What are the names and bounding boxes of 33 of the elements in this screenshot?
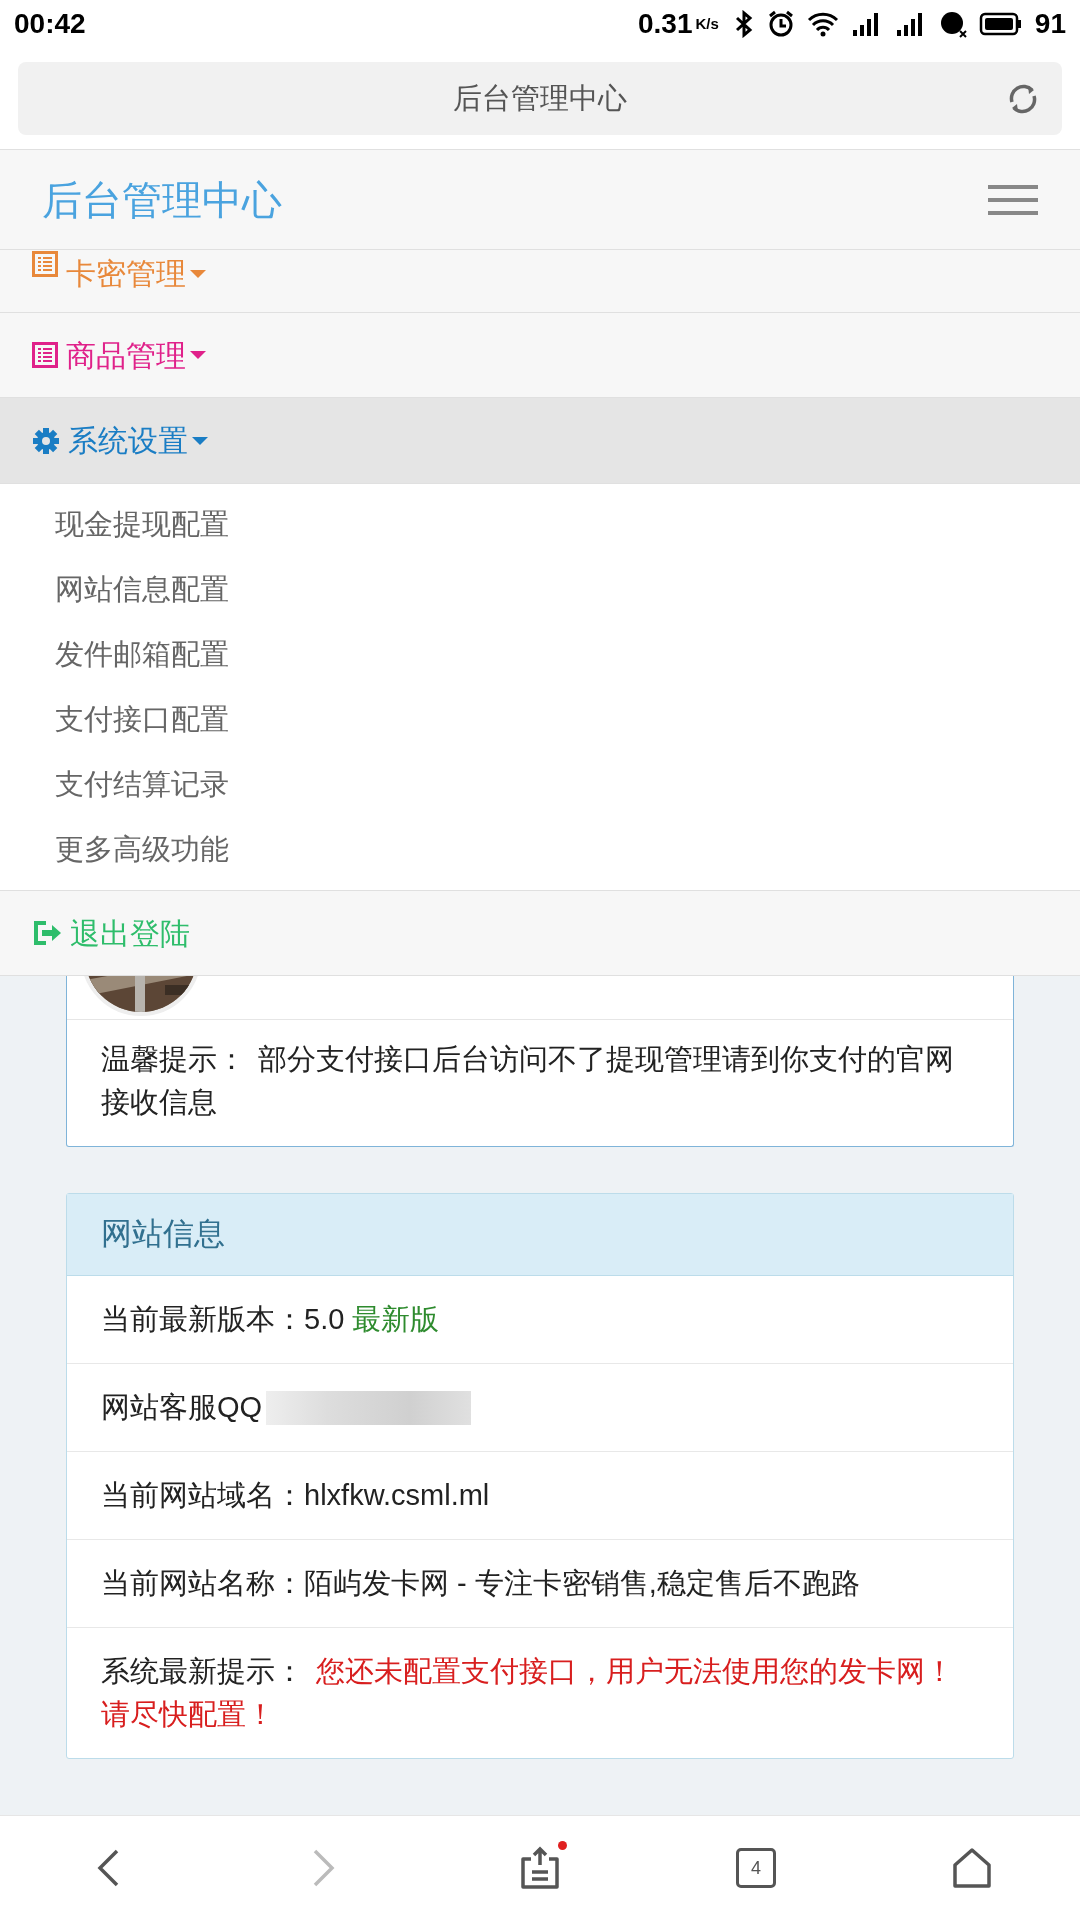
caret-icon bbox=[190, 350, 206, 360]
submenu-item[interactable]: 支付结算记录 bbox=[55, 762, 229, 807]
hd-icon bbox=[938, 10, 967, 38]
caret-icon bbox=[190, 268, 206, 279]
info-text: 网站客服QQ bbox=[101, 1389, 263, 1425]
address-bar[interactable]: 后台管理中心 bbox=[18, 62, 1062, 135]
site-title: 后台管理中心 bbox=[42, 176, 282, 224]
submenu-item[interactable]: 网站信息配置 bbox=[55, 567, 229, 612]
clock-time: 00:42 bbox=[14, 7, 86, 41]
page-title: 后台管理中心 bbox=[453, 80, 627, 116]
alarm-icon bbox=[766, 10, 795, 38]
submenu-item[interactable]: 发件邮箱配置 bbox=[55, 632, 229, 677]
home-icon[interactable] bbox=[951, 1847, 993, 1889]
menu-item[interactable]: 系统设置 bbox=[68, 418, 208, 463]
back-icon[interactable] bbox=[95, 1848, 121, 1888]
menu-icon[interactable] bbox=[988, 182, 1038, 217]
wifi-icon bbox=[806, 10, 839, 38]
card-title: 网站信息 bbox=[101, 1215, 225, 1254]
submenu-item[interactable]: 支付接口配置 bbox=[55, 697, 229, 742]
info-text: 当前网站域名：hlxfkw.csml.ml bbox=[101, 1477, 490, 1513]
info-text: 当前最新版本：5.0 最新版 bbox=[101, 1301, 440, 1337]
speed-unit: K/s bbox=[695, 13, 719, 34]
caret-icon bbox=[192, 435, 208, 446]
notice-text: 温馨提示： 部分支付接口后台访问不了提现管理请到你支付的官网接收信息 bbox=[100, 1042, 955, 1120]
battery-icon bbox=[978, 10, 1023, 38]
menu-item[interactable]: 商品管理 bbox=[66, 332, 206, 378]
info-text: 当前网站名称：陌屿发卡网 - 专注卡密销售,稳定售后不跑路 bbox=[101, 1565, 860, 1601]
network-speed: 0.31 bbox=[638, 7, 693, 41]
submenu-item[interactable]: 现金提现配置 bbox=[55, 502, 229, 547]
info-text: 系统最新提示： 您还未配置支付接口，用户无法使用您的发卡网！请尽快配置！ bbox=[101, 1654, 955, 1732]
battery-level: 91 bbox=[1034, 7, 1066, 41]
tabs-button[interactable]: 4 bbox=[736, 1848, 776, 1888]
submenu-item[interactable]: 更多高级功能 bbox=[55, 827, 229, 872]
